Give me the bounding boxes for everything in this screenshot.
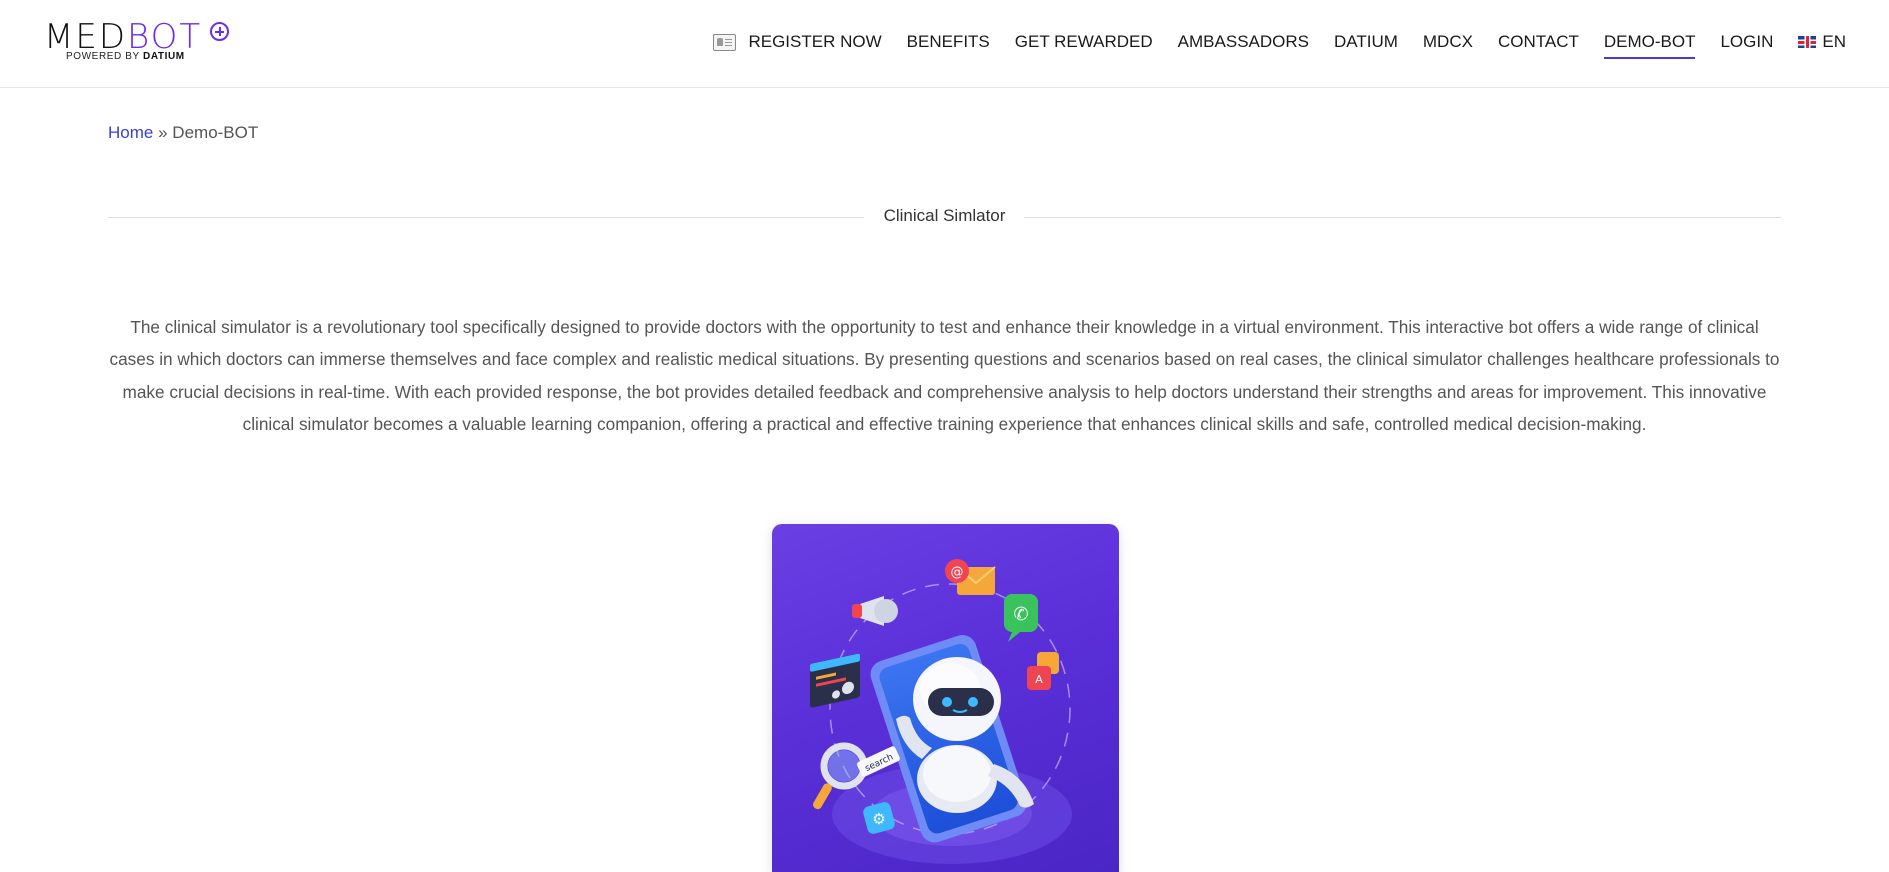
robot-phone-illustration: @ ✆ A search ⚙	[772, 524, 1119, 872]
logo-wordmark: MEDBOT	[44, 17, 203, 57]
id-card-icon	[713, 33, 737, 51]
illustration-graphic: @ ✆ A search ⚙	[810, 559, 1072, 864]
description-paragraph: The clinical simulator is a revolutionar…	[109, 317, 1780, 435]
section-title: Clinical Simlator	[883, 206, 1006, 225]
nav-item-login[interactable]: LOGIN	[1720, 26, 1773, 58]
breadcrumb-home-link[interactable]: Home	[108, 123, 153, 142]
section-divider: Clinical Simlator	[108, 204, 1781, 230]
nav-item-datium[interactable]: DATIUM	[1334, 26, 1398, 58]
nav-item-contact[interactable]: CONTACT	[1498, 26, 1579, 58]
divider-line-right	[1024, 217, 1781, 218]
svg-text:A: A	[1035, 673, 1043, 686]
breadcrumb: Home » Demo-BOT	[108, 123, 258, 143]
medbot-logo[interactable]: MEDBOT POWERED BY DATIUM	[44, 20, 234, 68]
nav-item-get-rewarded[interactable]: GET REWARDED	[1015, 26, 1153, 58]
site-header: MEDBOT POWERED BY DATIUM REGISTER NOW BE…	[0, 0, 1889, 88]
nav-item-demo-bot[interactable]: DEMO-BOT	[1603, 26, 1695, 59]
breadcrumb-current: Demo-BOT	[172, 123, 259, 142]
breadcrumb-separator: »	[158, 123, 168, 142]
uk-flag-icon	[1798, 36, 1817, 48]
nav-item-benefits[interactable]: BENEFITS	[907, 26, 990, 58]
nav-item-register-now[interactable]: REGISTER NOW	[713, 26, 882, 58]
nav-item-mdcx[interactable]: MDCX	[1423, 26, 1473, 58]
svg-text:✆: ✆	[1013, 604, 1028, 625]
nav-item-ambassadors[interactable]: AMBASSADORS	[1178, 26, 1309, 58]
svg-text:⚙: ⚙	[872, 810, 885, 828]
language-switcher[interactable]: EN	[1798, 26, 1846, 58]
nav-item-label: REGISTER NOW	[748, 32, 882, 51]
plus-circle-icon	[210, 22, 229, 41]
svg-text:@: @	[951, 565, 964, 580]
logo-tagline: POWERED BY DATIUM	[66, 51, 185, 62]
language-label: EN	[1822, 32, 1846, 51]
main-nav: REGISTER NOW BENEFITS GET REWARDED AMBAS…	[713, 26, 1846, 59]
